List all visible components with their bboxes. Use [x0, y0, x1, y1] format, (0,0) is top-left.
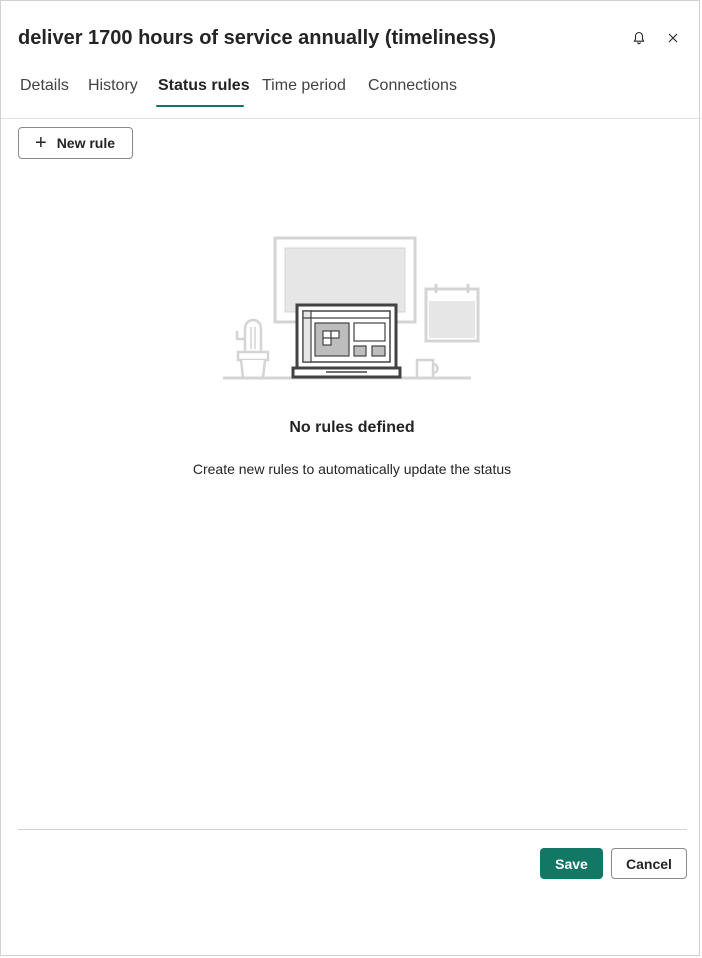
footer-divider: [18, 829, 687, 830]
empty-state-subtitle: Create new rules to automatically update…: [192, 461, 512, 477]
new-rule-button[interactable]: + New rule: [18, 127, 133, 159]
plus-icon: +: [35, 132, 47, 154]
new-rule-label: New rule: [56, 135, 116, 151]
close-icon[interactable]: [664, 29, 682, 47]
tab-status-rules[interactable]: Status rules: [158, 77, 250, 95]
tab-connections[interactable]: Connections: [368, 77, 457, 95]
active-tab-indicator: [156, 105, 244, 107]
bell-icon[interactable]: [630, 29, 648, 47]
save-button[interactable]: Save: [540, 848, 603, 879]
tabs-divider: [1, 118, 701, 119]
status-rules-panel: deliver 1700 hours of service annually (…: [0, 0, 701, 956]
tab-history[interactable]: History: [88, 77, 138, 95]
tab-time-period[interactable]: Time period: [262, 77, 346, 95]
desk-laptop-illustration: [223, 235, 483, 381]
tab-details[interactable]: Details: [20, 77, 69, 95]
cancel-button[interactable]: Cancel: [611, 848, 687, 879]
panel-title: deliver 1700 hours of service annually (…: [18, 27, 496, 49]
empty-state-title: No rules defined: [289, 419, 415, 436]
